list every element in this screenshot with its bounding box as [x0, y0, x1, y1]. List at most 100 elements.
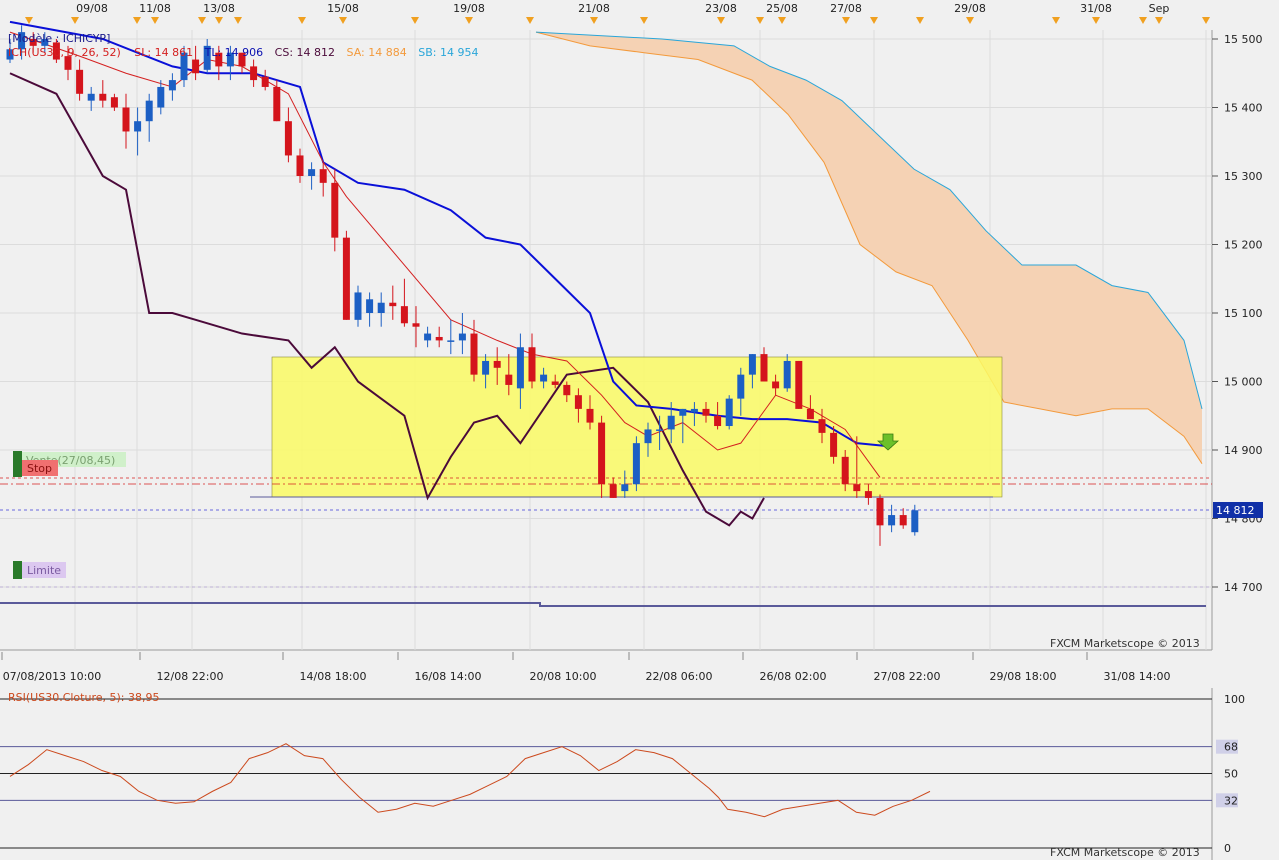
bottom-date-7: 27/08 22:00 — [874, 670, 941, 683]
candle-body — [400, 306, 408, 324]
candle-body — [540, 374, 548, 382]
candle-body — [772, 381, 780, 389]
candle-body — [702, 408, 710, 416]
limite-handle[interactable] — [13, 561, 22, 579]
candle-body — [482, 360, 490, 375]
candle-body — [273, 86, 281, 122]
candle-body — [354, 292, 362, 320]
candle-body — [470, 333, 478, 375]
candle-body — [783, 360, 791, 389]
candle-body — [528, 347, 536, 382]
candle-body — [516, 347, 524, 389]
candle-body — [424, 333, 432, 341]
rsi-level-label-4: 0 — [1224, 842, 1231, 855]
legend-sa: SA: 14 884 — [347, 46, 407, 59]
candle-body — [389, 302, 397, 307]
price-label-8: 14 700 — [1224, 581, 1263, 594]
candle-body — [308, 169, 316, 176]
candle-body — [748, 354, 756, 375]
candle-body — [667, 415, 675, 430]
bottom-date-8: 29/08 18:00 — [990, 670, 1057, 683]
candle-body — [366, 299, 374, 313]
top-date-3: 15/08 — [327, 2, 359, 15]
candle-body — [598, 422, 606, 485]
bottom-date-2: 14/08 18:00 — [300, 670, 367, 683]
limite-label: Limite — [27, 564, 61, 577]
rsi-axis-panel — [1212, 688, 1279, 860]
candle-body — [621, 484, 629, 492]
legend-cs: CS: 14 812 — [275, 46, 335, 59]
candle-body — [714, 415, 722, 427]
candle-body — [493, 360, 501, 368]
bottom-date-1: 12/08 22:00 — [157, 670, 224, 683]
legend-sl: SL: 14 861 — [134, 46, 193, 59]
candle-54 — [632, 436, 640, 492]
candle-body — [690, 408, 698, 413]
candle-body — [853, 484, 861, 492]
top-date-10: 31/08 — [1080, 2, 1112, 15]
top-date-11: Sep — [1149, 2, 1170, 15]
candle-body — [331, 182, 339, 238]
price-label-5: 15 000 — [1224, 376, 1263, 389]
candle-body — [876, 497, 884, 526]
candle-body — [296, 155, 304, 176]
bottom-date-6: 26/08 02:00 — [760, 670, 827, 683]
rsi-level-label-2: 50 — [1224, 768, 1238, 781]
candle-body — [284, 121, 292, 156]
candle-body — [864, 491, 872, 498]
price-label-3: 15 200 — [1224, 239, 1263, 252]
candle-body — [760, 354, 768, 382]
price-label-6: 14 900 — [1224, 444, 1263, 457]
stop-label: Stop — [27, 462, 52, 475]
candle-body — [435, 336, 443, 341]
price-label-1: 15 400 — [1224, 102, 1263, 115]
rsi-level-label-3: 32 — [1224, 794, 1238, 807]
watermark-main: FXCM Marketscope © 2013 — [1050, 637, 1200, 650]
top-date-9: 29/08 — [954, 2, 986, 15]
bottom-date-3: 16/08 14:00 — [415, 670, 482, 683]
top-date-8: 27/08 — [830, 2, 862, 15]
price-label-2: 15 300 — [1224, 170, 1263, 183]
candle-body — [888, 515, 896, 526]
chart-canvas: 09/08 11/08 13/08 15/08 19/08 21/08 23/08 25/08… — [0, 0, 1279, 860]
candle-body — [447, 340, 455, 342]
legend-sb: SB: 14 954 — [418, 46, 478, 59]
candle-body — [795, 360, 803, 409]
candle-body — [609, 484, 617, 498]
rsi-level-label-1: 68 — [1224, 741, 1238, 754]
vente-handle[interactable] — [13, 451, 22, 477]
candle-body — [737, 374, 745, 399]
candle-body — [110, 97, 118, 108]
candle-body — [76, 69, 84, 94]
top-date-2: 13/08 — [203, 2, 235, 15]
candle-body — [725, 398, 733, 427]
legend-ich: ICH(US30, 9, 26, 52) — [8, 46, 121, 59]
candle-body — [319, 169, 327, 183]
bottom-date-4: 20/08 10:00 — [530, 670, 597, 683]
candle-29 — [342, 230, 350, 320]
candle-body — [261, 76, 269, 87]
candle-body — [412, 323, 420, 327]
candle-body — [134, 121, 142, 132]
candle-body — [168, 80, 176, 91]
candle-body — [911, 510, 919, 533]
model-label: [Modèle : ICHICYP] — [8, 32, 110, 45]
top-date-6: 23/08 — [705, 2, 737, 15]
candle-body — [342, 237, 350, 320]
candle-body — [192, 59, 200, 74]
legend-tl: TL: 14 906 — [204, 46, 264, 59]
candle-body — [505, 374, 513, 385]
candle-body — [899, 515, 907, 526]
candle-body — [87, 93, 95, 101]
candle-body — [250, 66, 258, 81]
candle-body — [841, 456, 849, 485]
rsi-level-label-0: 100 — [1224, 693, 1245, 706]
price-label-0: 15 500 — [1224, 33, 1263, 46]
ichimoku-legend: ICH(US30, 9, 26, 52) SL: 14 861 TL: 14 9… — [8, 46, 478, 59]
candle-body — [122, 107, 130, 132]
bottom-date-9: 31/08 14:00 — [1104, 670, 1171, 683]
top-date-1: 11/08 — [139, 2, 171, 15]
candle-body — [157, 86, 165, 108]
candle-body — [551, 381, 559, 385]
price-label-4: 15 100 — [1224, 307, 1263, 320]
